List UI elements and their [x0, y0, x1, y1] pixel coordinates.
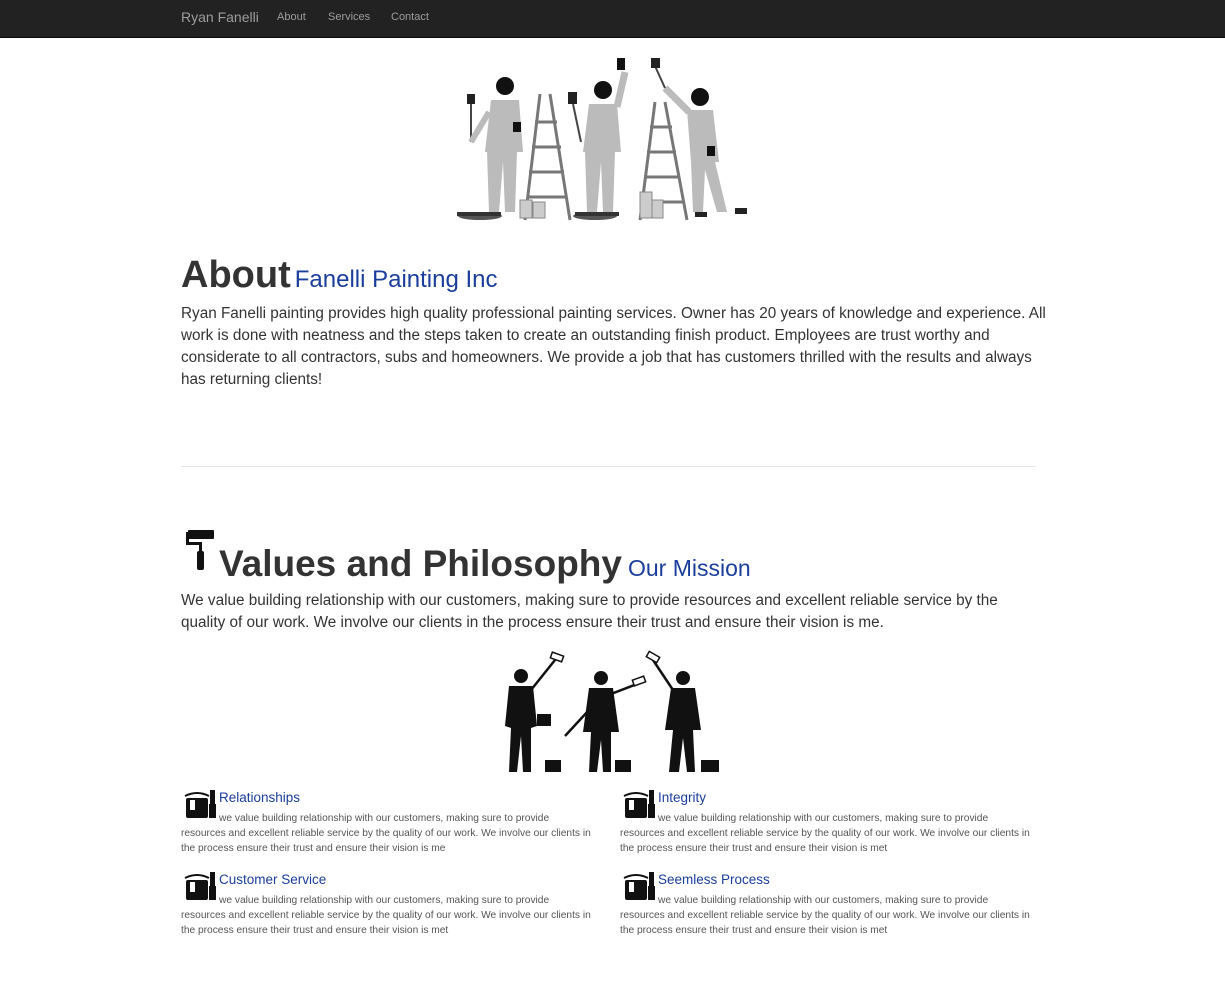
- feature-body: we value building relationship with our …: [181, 895, 591, 936]
- feature-title: Relationships: [219, 790, 301, 805]
- feature-title: Customer Service: [219, 872, 327, 887]
- painters-silhouette-illustration: [505, 650, 719, 772]
- about-title: About: [181, 254, 291, 296]
- about-subtitle: Fanelli Painting Inc: [294, 266, 498, 293]
- feature-body: we value building relationship with our …: [620, 895, 1030, 936]
- feature-title: Seemless Process: [658, 872, 770, 887]
- nav-contact-link[interactable]: Contact: [391, 11, 429, 23]
- nav-services-link[interactable]: Services: [328, 11, 370, 23]
- values-paragraph: We value building relationship with our …: [181, 592, 998, 631]
- top-navbar: Ryan Fanelli About Services Contact: [0, 0, 1225, 38]
- values-heading: Values and Philosophy Our Mission: [219, 543, 751, 585]
- brand-link[interactable]: Ryan Fanelli: [181, 9, 259, 25]
- paint-roller-icon: [186, 530, 214, 570]
- section-divider: [181, 466, 1036, 467]
- values-subtitle: Our Mission: [628, 555, 751, 581]
- about-paragraph: Ryan Fanelli painting provides high qual…: [181, 305, 1046, 388]
- feature-body: we value building relationship with our …: [620, 813, 1030, 854]
- values-title: Values and Philosophy: [219, 543, 622, 584]
- feature-title: Integrity: [658, 790, 707, 805]
- feature-body: we value building relationship with our …: [181, 813, 591, 854]
- about-heading: About Fanelli Painting Inc: [181, 254, 498, 297]
- nav-about-link[interactable]: About: [277, 11, 306, 23]
- painters-with-ladders-illustration: [457, 58, 747, 221]
